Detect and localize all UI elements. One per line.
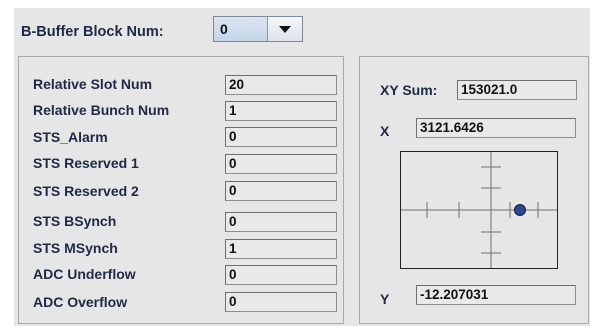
sts-reserved-1-field[interactable]: 0 [225, 154, 337, 174]
chevron-down-icon [279, 25, 291, 33]
sts-alarm-label: STS_Alarm [33, 129, 108, 145]
adc-underflow-label: ADC Underflow [33, 266, 136, 282]
sts-reserved-2-field[interactable]: 0 [225, 181, 337, 201]
relative-slot-num-field[interactable]: 20 [225, 75, 337, 95]
block-num-dropdown[interactable]: 0 [213, 16, 303, 42]
dropdown-arrow-button[interactable] [268, 17, 302, 41]
adc-underflow-field[interactable]: 0 [225, 265, 337, 285]
position-panel: XY Sum: 153021.0 X 3121.6426 Y -12.20703… [359, 56, 589, 324]
y-label: Y [380, 291, 390, 307]
sts-reserved-2-label: STS Reserved 2 [33, 183, 139, 199]
status-panel: Relative Slot Num 20 Relative Bunch Num … [18, 56, 344, 324]
xy-plot-svg [401, 152, 557, 268]
beam-position-marker [514, 204, 526, 216]
sts-msynch-field[interactable]: 1 [225, 239, 337, 259]
xy-sum-field[interactable]: 153021.0 [457, 80, 577, 100]
block-num-label: B-Buffer Block Num: [21, 24, 164, 40]
relative-bunch-num-field[interactable]: 1 [225, 101, 337, 121]
adc-overflow-field[interactable]: 0 [225, 292, 337, 312]
sts-reserved-1-label: STS Reserved 1 [33, 155, 139, 171]
y-value-field[interactable]: -12.207031 [416, 285, 576, 305]
sts-bsynch-label: STS BSynch [33, 213, 117, 229]
sts-bsynch-field[interactable]: 0 [225, 212, 337, 232]
x-label: X [380, 123, 390, 139]
x-value-field[interactable]: 3121.6426 [416, 118, 576, 138]
block-num-value[interactable]: 0 [214, 17, 268, 41]
relative-bunch-num-label: Relative Bunch Num [33, 102, 170, 118]
xy-sum-label: XY Sum: [380, 82, 438, 98]
relative-slot-num-label: Relative Slot Num [33, 76, 153, 92]
xy-position-plot [400, 151, 558, 269]
sts-msynch-label: STS MSynch [33, 240, 118, 256]
adc-overflow-label: ADC Overflow [33, 294, 128, 310]
sts-alarm-field[interactable]: 0 [225, 127, 337, 147]
